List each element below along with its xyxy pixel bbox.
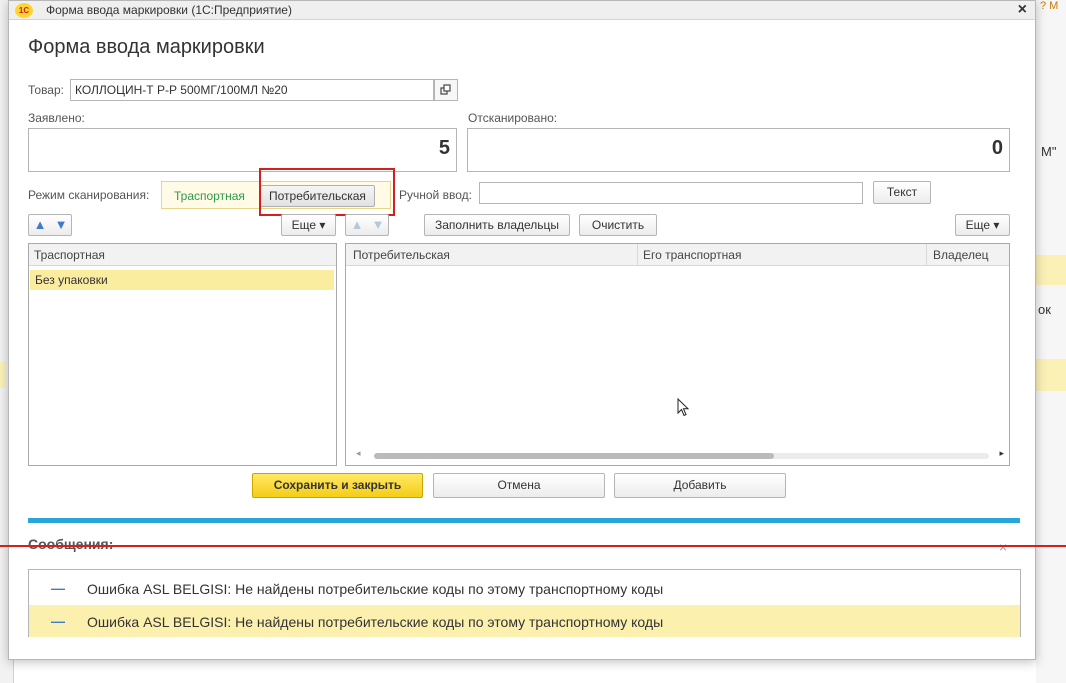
column-header-its-transport[interactable]: Его транспортная [643,248,741,262]
manual-input-field[interactable] [479,182,863,204]
move-down-icon[interactable]: ▼ [51,215,71,235]
background-selected-row-left [0,362,6,388]
close-icon[interactable]: × [1018,1,1027,19]
cancel-button[interactable]: Отмена [433,473,605,498]
open-product-button[interactable] [434,79,458,101]
background-selected-row-right [1036,359,1066,391]
text-button[interactable]: Текст [873,181,931,204]
messages-divider [28,518,1020,523]
background-app-right-edge [1036,0,1066,683]
column-header-transport[interactable]: Траспортная [34,248,105,262]
consumer-table: Потребительская Его транспортная Владеле… [345,243,1010,466]
table-header: Потребительская Его транспортная Владеле… [346,244,1009,266]
scanned-value: 0 [991,137,1003,159]
save-and-close-button[interactable]: Сохранить и закрыть [252,473,423,498]
background-text-fragment: ? M [1040,0,1059,12]
transport-table: Траспортная Без упаковки [28,243,337,466]
scrollbar-thumb[interactable] [374,453,774,459]
background-text-fragment: M" [1041,144,1057,159]
form-heading: Форма ввода маркировки [28,36,265,58]
annotation-strike-line [0,545,1066,547]
messages-close-icon[interactable]: × [999,539,1007,555]
product-field[interactable]: КОЛЛОЦИН-Т Р-Р 500МГ/100МЛ №20 [70,79,434,101]
mouse-pointer-icon [677,398,690,417]
manual-input-label: Ручной ввод: [399,188,472,202]
message-dash-icon: — [51,613,65,629]
marking-input-dialog: 1С Форма ввода маркировки (1С:Предприяти… [8,0,1036,660]
declared-field: 5 [28,128,457,172]
messages-title: Сообщения: [28,536,114,552]
scan-mode-transport[interactable]: Траспортная [168,186,251,206]
message-item[interactable]: — Ошибка ASL BELGISI: Не найдены потреби… [29,605,1020,637]
horizontal-scrollbar[interactable]: ◂ ▸ [356,448,1004,460]
window-title: Форма ввода маркировки (1С:Предприятие) [46,3,292,17]
1c-logo-icon: 1С [15,3,33,18]
title-bar: 1С Форма ввода маркировки (1С:Предприяти… [9,1,1035,20]
scroll-left-icon[interactable]: ◂ [356,448,361,459]
open-window-icon [440,84,451,95]
move-up-icon[interactable]: ▲ [347,215,367,235]
message-text: Ошибка ASL BELGISI: Не найдены потребите… [87,581,664,597]
declared-label: Заявлено: [28,111,85,125]
scroll-right-icon[interactable]: ▸ [999,448,1004,459]
table-header: Траспортная [29,244,336,266]
scanned-label: Отсканировано: [468,111,558,125]
move-buttons-group: ▲ ▼ [28,214,72,236]
scan-mode-label: Режим сканирования: [28,188,150,202]
background-text-fragment: ок [1038,302,1051,317]
move-up-icon[interactable]: ▲ [30,215,50,235]
scanned-field: 0 [467,128,1010,172]
right-more-button[interactable]: Еще ▾ [955,214,1010,236]
right-move-buttons-group: ▲ ▼ [345,214,389,236]
product-label: Товар: [28,83,64,97]
background-highlight-right [1036,255,1066,285]
scan-mode-toggle: Траспортная Потребительская [161,181,391,209]
table-row[interactable]: Без упаковки [30,270,334,290]
message-item[interactable]: — Ошибка ASL BELGISI: Не найдены потреби… [29,572,1020,604]
fill-owners-button[interactable]: Заполнить владельцы [424,214,570,236]
row-label: Без упаковки [35,273,108,287]
message-text: Ошибка ASL BELGISI: Не найдены потребите… [87,614,664,630]
column-header-consumer[interactable]: Потребительская [353,248,450,262]
declared-value: 5 [438,137,450,159]
product-value: КОЛЛОЦИН-Т Р-Р 500МГ/100МЛ №20 [75,83,288,97]
clear-button[interactable]: Очистить [579,214,657,236]
scan-mode-consumer[interactable]: Потребительская [260,185,375,207]
column-header-owner[interactable]: Владелец [933,248,989,262]
add-button[interactable]: Добавить [614,473,786,498]
left-more-button[interactable]: Еще ▾ [281,214,336,236]
message-dash-icon: — [51,580,65,596]
move-down-icon[interactable]: ▼ [368,215,388,235]
messages-list: — Ошибка ASL BELGISI: Не найдены потреби… [28,569,1021,637]
